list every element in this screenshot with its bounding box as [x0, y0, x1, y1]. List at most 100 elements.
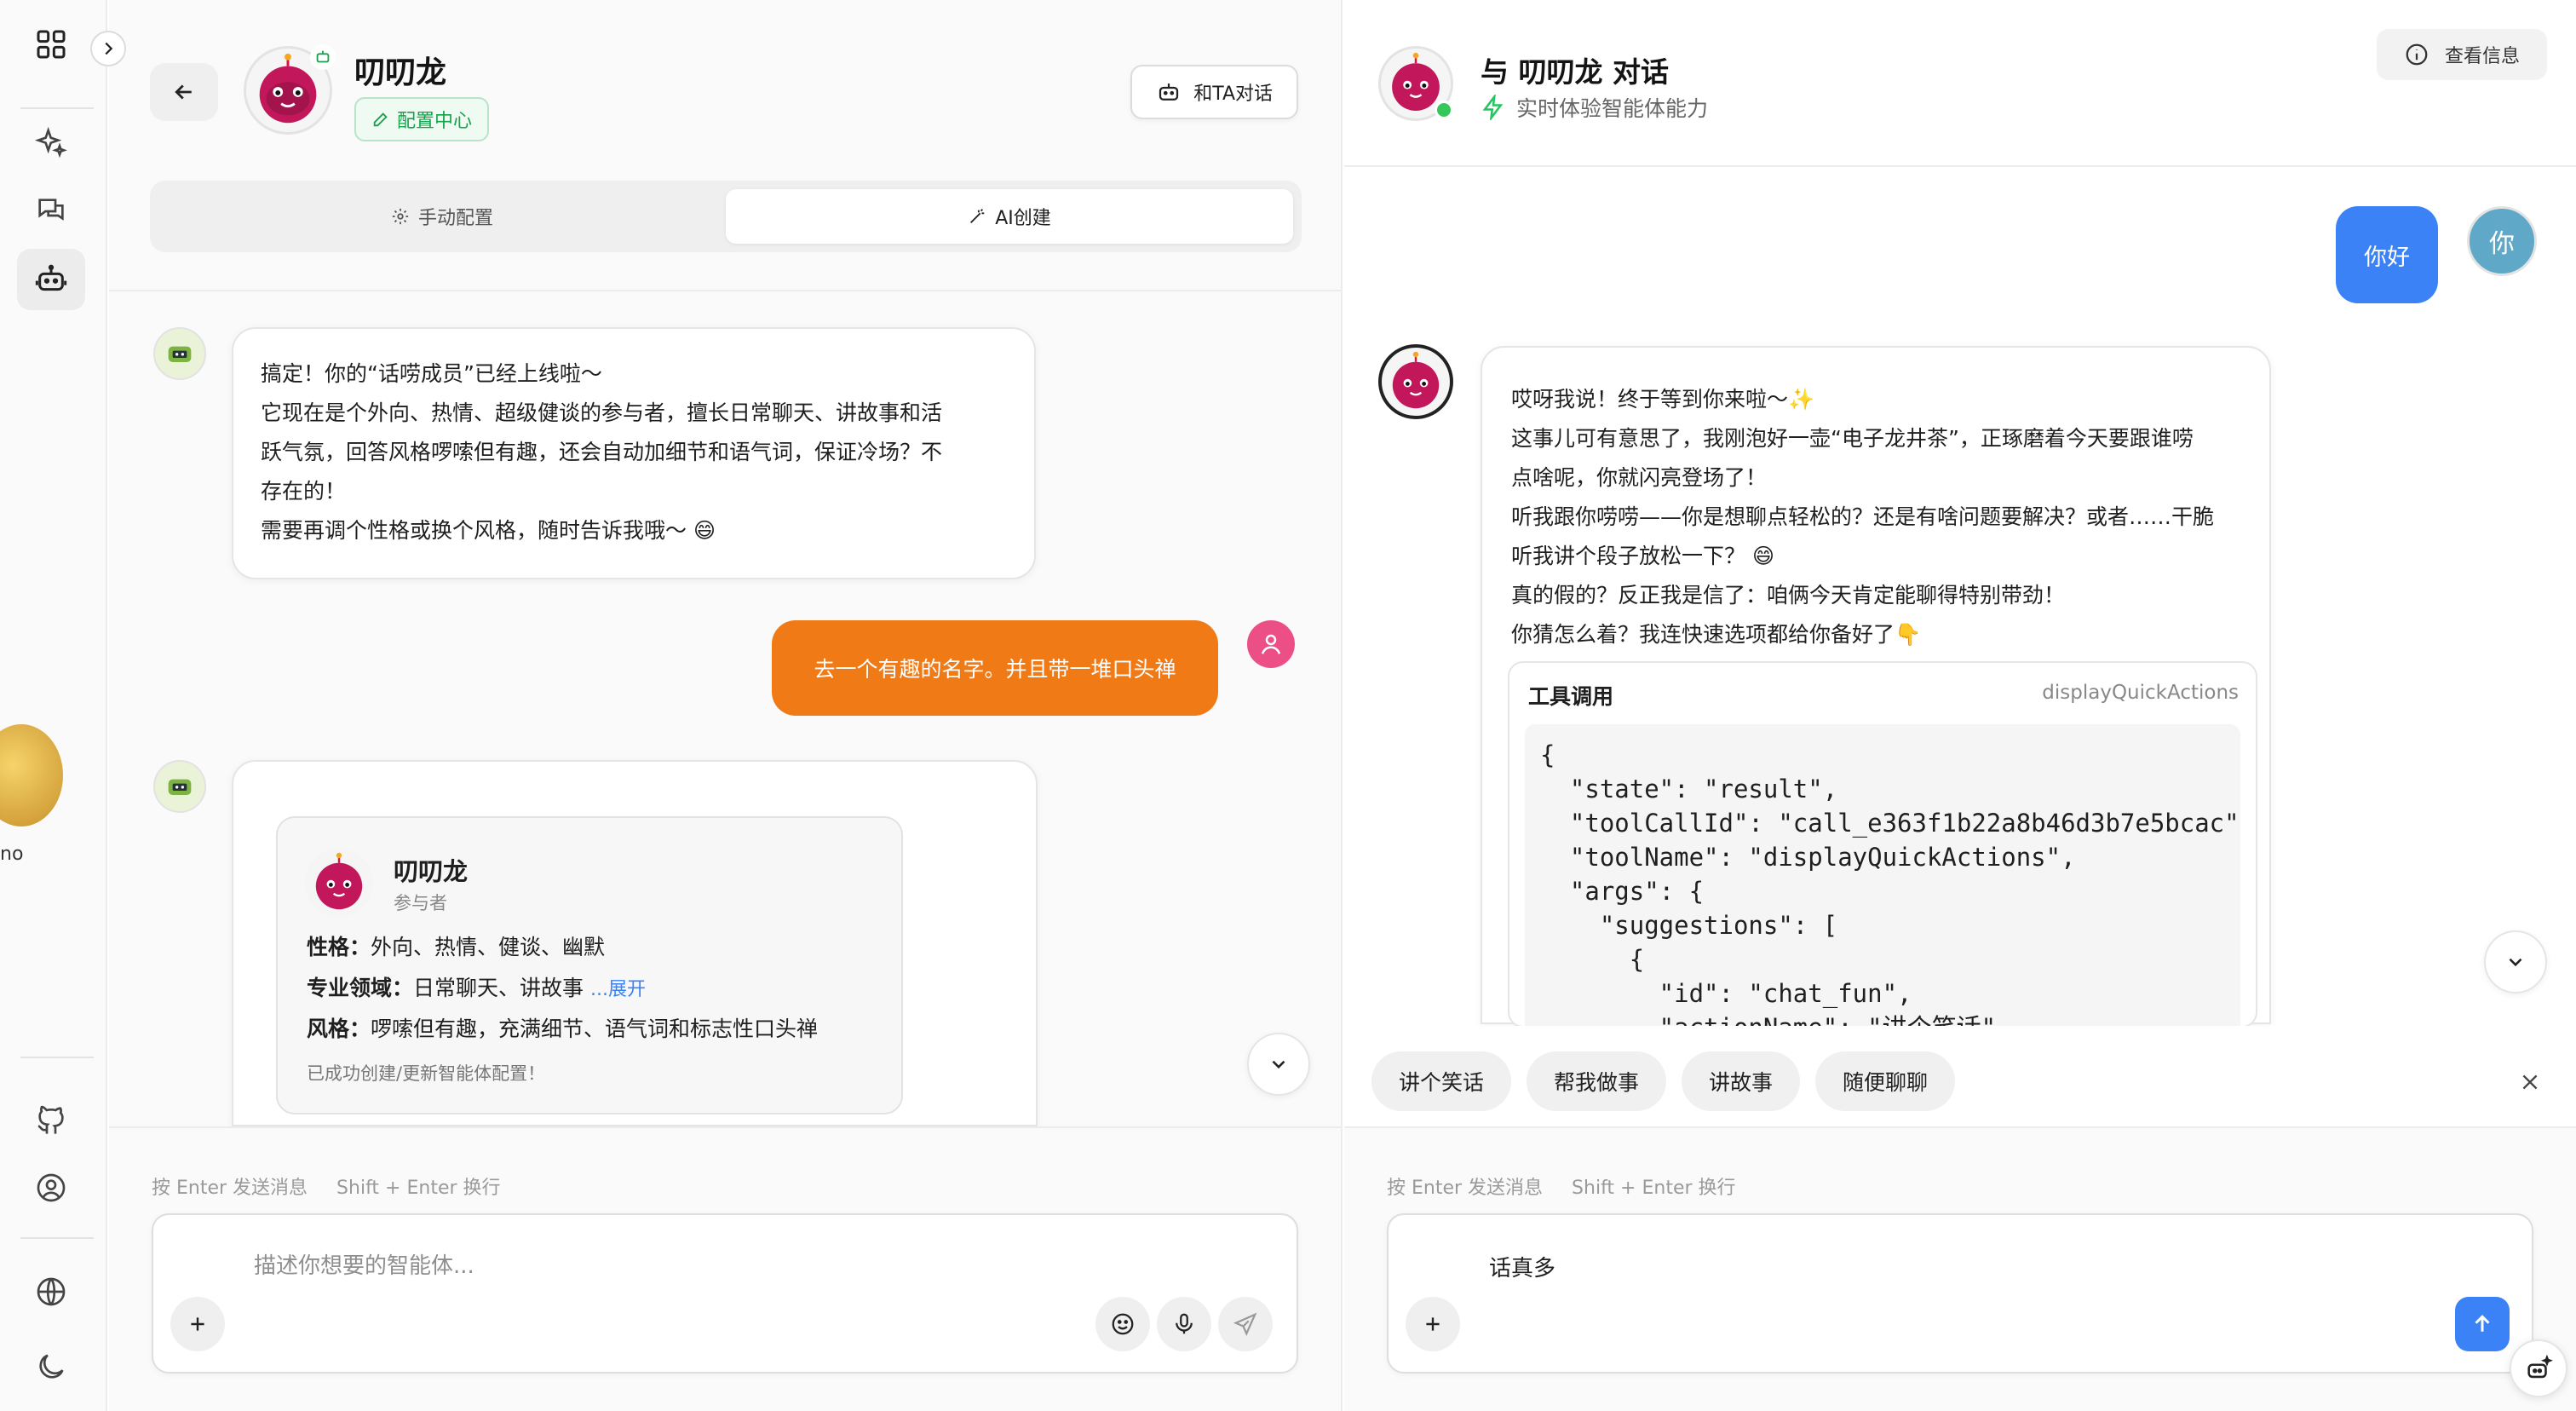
globe-icon[interactable]: [17, 1261, 85, 1322]
add-attachment-button[interactable]: [1406, 1297, 1460, 1351]
chat-with-agent-label: 和TA对话: [1193, 84, 1273, 105]
rail-divider: [20, 1237, 94, 1239]
nav-rail: [0, 0, 126, 1411]
message-line: 听我跟你唠唠——你是想聊点轻松的？还是有啥问题要解决？或者……干脆: [1511, 504, 2215, 529]
message-line: 哎呀我说！终于等到你来啦～✨: [1511, 387, 1815, 412]
tab-ai-create[interactable]: AI创建: [726, 189, 1293, 244]
info-icon: [2406, 43, 2428, 66]
send-button[interactable]: [1218, 1297, 1273, 1351]
quick-action-help[interactable]: 帮我做事: [1527, 1051, 1667, 1111]
quick-action-story[interactable]: 讲故事: [1682, 1051, 1801, 1111]
chat-composer: [1387, 1213, 2533, 1374]
chat-bubbles-icon[interactable]: [17, 181, 85, 242]
agent-config-card: 叨叨龙 参与者 性格：外向、热情、健谈、幽默 专业领域：日常聊天、讲故事 ...…: [276, 816, 903, 1114]
robot-face-icon: [168, 346, 192, 362]
assistant-launcher-button[interactable]: [2510, 1339, 2567, 1397]
add-attachment-button[interactable]: [170, 1297, 225, 1351]
bot-message-1: 搞定！你的“话唠成员”已经上线啦～ 它现在是个外向、热情、超级健谈的参与者，擅长…: [232, 327, 1036, 579]
expand-sidebar-button[interactable]: [90, 31, 126, 66]
message-line: 它现在是个外向、热情、超级健谈的参与者，擅长日常聊天、讲故事和活: [261, 400, 943, 425]
builder-header: 叨叨龙 配置中心 和TA对话 手动配置 AI创建: [109, 0, 1341, 291]
config-center-label: 配置中心: [397, 111, 473, 132]
user-message-1: 去一个有趣的名字。并且带一堆口头禅: [772, 620, 1218, 716]
rail-divider: [20, 107, 94, 109]
expand-link[interactable]: ...展开: [590, 979, 646, 1000]
github-icon[interactable]: [17, 1089, 85, 1150]
bot-sparkle-icon: [2527, 1354, 2553, 1379]
bot-badge-icon: [310, 44, 336, 70]
message-line: 存在的！: [261, 479, 347, 504]
builder-composer: [152, 1213, 1298, 1374]
bot-avatar: [153, 327, 206, 380]
paper-plane-icon: [1233, 1312, 1257, 1337]
composer-hint: 按 Enter 发送消息 Shift + Enter 换行: [1387, 1172, 1736, 1200]
robot-icon: [1159, 84, 1179, 101]
config-center-badge[interactable]: 配置中心: [354, 97, 490, 141]
hint-shift-enter: Shift + Enter 换行: [336, 1178, 501, 1199]
builder-composer-area: 按 Enter 发送消息 Shift + Enter 换行: [109, 1126, 1341, 1411]
robot-icon[interactable]: [17, 249, 85, 310]
online-status-dot: [1435, 101, 1453, 119]
bot-avatar: [153, 760, 206, 813]
tab-manual-config[interactable]: 手动配置: [158, 189, 726, 244]
agent-card-status: 已成功创建/更新智能体配置！: [307, 1063, 546, 1084]
message-line: 需要再调个性格或换个风格，随时告诉我哦～ 😄: [261, 518, 716, 543]
hint-shift-enter: Shift + Enter 换行: [1572, 1178, 1736, 1199]
plus-icon: [191, 1317, 204, 1331]
tool-call-json: { "state": "result", "toolCallId": "call…: [1525, 724, 2240, 1026]
personality-label: 性格：: [307, 935, 371, 959]
agent-chat-panel: 与 叨叨龙 对话 实时体验智能体能力 查看信息 你好 你 哎呀我说！终于等到你来…: [1344, 0, 2576, 1411]
gear-icon: [392, 208, 409, 225]
agent-description-input[interactable]: [254, 1249, 1021, 1283]
user-circle-icon[interactable]: [17, 1157, 85, 1218]
domain-row: 专业领域：日常聊天、讲故事 ...展开: [307, 971, 646, 1002]
smiley-icon: [1112, 1313, 1134, 1335]
scroll-down-button[interactable]: [1247, 1033, 1310, 1096]
chat-subtitle-text: 实时体验智能体能力: [1516, 96, 1709, 121]
hint-enter: 按 Enter 发送消息: [152, 1178, 308, 1199]
chat-header: 与 叨叨龙 对话 实时体验智能体能力 查看信息: [1344, 0, 2576, 167]
message-line: 这事儿可有意思了，我刚泡好一壶“电子龙井茶”，正琢磨着今天要跟谁唠: [1511, 426, 2194, 451]
domain-value: 日常聊天、讲故事: [413, 976, 584, 1000]
rail-divider: [20, 1057, 94, 1058]
floating-agent-label: no: [0, 844, 24, 865]
user-avatar: [1247, 620, 1295, 668]
send-button[interactable]: [2455, 1297, 2510, 1351]
message-line: 你猜怎么着？我连快速选项都给你备好了👇: [1511, 622, 1922, 647]
chat-message-input[interactable]: [1489, 1249, 2256, 1283]
agent-card-avatar: [305, 849, 373, 917]
scroll-down-button[interactable]: [2484, 930, 2547, 993]
sparkles-icon[interactable]: [17, 112, 85, 174]
person-icon: [1261, 634, 1281, 654]
style-value: 啰嗦但有趣，充满细节、语气词和标志性口头禅: [371, 1016, 819, 1041]
view-info-label: 查看信息: [2444, 46, 2520, 67]
agent-card-name: 叨叨龙: [394, 857, 469, 886]
magic-wand-icon: [970, 209, 985, 223]
quick-action-chat[interactable]: 随便聊聊: [1815, 1051, 1956, 1111]
chevron-down-icon: [1272, 1060, 1285, 1069]
robot-mascot-icon: [1392, 351, 1440, 409]
user-avatar: 你: [2467, 206, 2537, 276]
plus-icon: [1426, 1317, 1440, 1331]
quick-actions: 讲个笑话 帮我做事 讲故事 随便聊聊: [1371, 1051, 1956, 1111]
style-row: 风格：啰嗦但有趣，充满细节、语气词和标志性口头禅: [307, 1012, 818, 1043]
agent-builder-panel: 叨叨龙 配置中心 和TA对话 手动配置 AI创建 搞定！你的“话唠成员”已经上线…: [109, 0, 1343, 1411]
emoji-button[interactable]: [1095, 1297, 1150, 1351]
bot-avatar: [1378, 344, 1453, 419]
voice-button[interactable]: [1157, 1297, 1211, 1351]
back-button[interactable]: [150, 63, 218, 121]
message-line: 点啥呢，你就闪亮登场了！: [1511, 465, 1768, 490]
close-quick-actions-button[interactable]: [2513, 1065, 2547, 1099]
tab-label: AI创建: [995, 208, 1051, 229]
robot-mascot-icon: [315, 852, 363, 910]
hint-enter: 按 Enter 发送消息: [1387, 1178, 1544, 1199]
arrow-left-icon: [175, 84, 192, 100]
moon-icon[interactable]: [17, 1336, 85, 1397]
microphone-icon: [1176, 1313, 1193, 1334]
chat-with-agent-button[interactable]: 和TA对话: [1130, 65, 1298, 119]
view-info-button[interactable]: 查看信息: [2377, 29, 2547, 80]
apps-grid-icon[interactable]: [17, 14, 85, 75]
chat-composer-area: 按 Enter 发送消息 Shift + Enter 换行: [1344, 1126, 2576, 1411]
message-line: 听我讲个段子放松一下？ 😄: [1511, 544, 1775, 568]
quick-action-joke[interactable]: 讲个笑话: [1371, 1051, 1512, 1111]
